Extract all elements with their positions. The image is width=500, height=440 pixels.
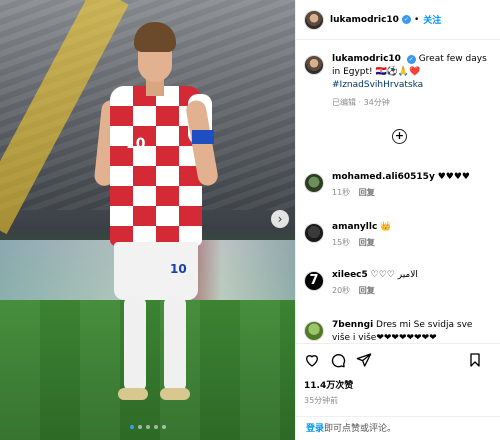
post-header: lukamodric10 ✓ • 关注: [296, 0, 500, 40]
caption-hashtag[interactable]: #IznadSvihHrvatska: [332, 80, 423, 90]
comment-time: 15秒: [332, 238, 351, 247]
comment-username[interactable]: 7benngi: [332, 320, 373, 330]
player-photo: 10 10: [93, 20, 220, 420]
header-separator: •: [413, 14, 420, 25]
share-icon[interactable]: [356, 352, 376, 372]
post-time: 35分钟前: [304, 396, 339, 405]
comment-time: 20秒: [332, 286, 351, 295]
comment-username[interactable]: xileec5: [332, 270, 368, 280]
comment-meta: 11秒 回复: [332, 186, 470, 199]
comment-item: 7benngi Dres mi Se svidja sve više i viš…: [296, 319, 500, 343]
carousel-dots: [130, 425, 166, 429]
player-left-leg: [124, 296, 146, 392]
reply-button[interactable]: 回复: [359, 286, 375, 295]
login-prompt: 登录即可点赞或评论。: [296, 416, 500, 440]
player-left-boot: [118, 388, 148, 400]
avatar[interactable]: 7: [304, 271, 324, 291]
avatar[interactable]: [304, 9, 324, 30]
carousel-dot[interactable]: [138, 425, 142, 429]
login-link[interactable]: 登录: [306, 424, 324, 434]
comment-item: mohamed.ali60515y ♥♥♥♥ 11秒 回复: [296, 171, 500, 199]
caption-meta: 已编辑 · 34分钟: [332, 98, 390, 107]
comment-time: 11秒: [332, 188, 351, 197]
verified-icon: ✓: [401, 15, 411, 24]
jersey-number: 10: [126, 136, 146, 152]
player-right-leg: [164, 296, 186, 392]
comment-meta: 15秒 回复: [332, 236, 391, 249]
action-icons: [304, 352, 493, 372]
plus-circle-icon[interactable]: +: [392, 129, 407, 144]
avatar[interactable]: [304, 173, 324, 193]
post-caption: lukamodric10 ✓ Great few days in Egypt! …: [296, 41, 500, 109]
comment-item: 7 xileec5 ♡♡♡ الامير 20秒 回复: [296, 269, 500, 297]
carousel-dot[interactable]: [154, 425, 158, 429]
comment-username[interactable]: mohamed.ali60515y: [332, 172, 435, 182]
comment-body: xileec5 ♡♡♡ الامير 20秒 回复: [332, 269, 418, 297]
comment-text: 👑: [380, 222, 392, 232]
reply-button[interactable]: 回复: [359, 238, 375, 247]
next-media-button[interactable]: ›: [271, 210, 289, 228]
avatar[interactable]: [304, 321, 324, 341]
comment-meta: 20秒 回复: [332, 284, 418, 297]
captain-armband: [192, 130, 214, 144]
shorts-number: 10: [170, 262, 187, 276]
comment-text: ♥♥♥♥: [437, 172, 470, 182]
header-username[interactable]: lukamodric10: [330, 15, 399, 25]
comment-username[interactable]: amanyllc: [332, 222, 377, 232]
comment-item: amanyllc 👑 15秒 回复: [296, 221, 500, 249]
carousel-dot[interactable]: [146, 425, 150, 429]
player-hair: [134, 22, 176, 52]
avatar[interactable]: [304, 223, 324, 243]
verified-icon: ✓: [406, 55, 416, 64]
login-text: 即可点赞或评论。: [324, 424, 397, 434]
comments-section: lukamodric10 ✓ Great few days in Egypt! …: [296, 41, 500, 343]
player-right-boot: [160, 388, 190, 400]
comment-text: ♡♡♡ الامير: [370, 270, 418, 280]
avatar[interactable]: [304, 55, 324, 75]
post-media: 10 10 ›: [0, 0, 295, 440]
heart-icon[interactable]: [304, 352, 324, 372]
carousel-dot[interactable]: [162, 425, 166, 429]
caption-emojis: 🇭🇷⚽🙏❤️: [375, 67, 421, 77]
comment-body: amanyllc 👑 15秒 回复: [332, 221, 391, 249]
post-sidebar: lukamodric10 ✓ • 关注 lukamodric10 ✓ Great…: [295, 0, 500, 440]
bookmark-icon[interactable]: [467, 352, 487, 372]
comment-body: mohamed.ali60515y ♥♥♥♥ 11秒 回复: [332, 171, 470, 199]
reply-button[interactable]: 回复: [359, 188, 375, 197]
caption-body: lukamodric10 ✓ Great few days in Egypt! …: [332, 53, 493, 109]
comment-icon[interactable]: [330, 352, 350, 372]
carousel-dot[interactable]: [130, 425, 134, 429]
follow-button[interactable]: 关注: [423, 13, 441, 26]
like-count[interactable]: 11.4万次赞: [304, 378, 493, 391]
caption-username[interactable]: lukamodric10: [332, 54, 401, 64]
comment-body: 7benngi Dres mi Se svidja sve više i viš…: [332, 319, 493, 343]
